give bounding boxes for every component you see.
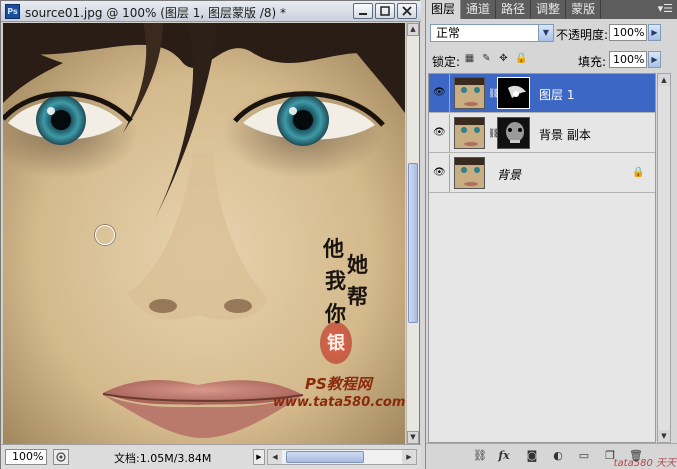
panel-menu-icon[interactable]: ▾☰ (658, 2, 673, 15)
portrait-thumbnail-icon (455, 118, 484, 148)
layers-panel: 图层 通道 路径 调整 蒙版 ▾☰ 正常 ▼ 不透明度: 100% ▶ 锁定: … (425, 0, 677, 469)
layer-name[interactable]: 背景 副本 (539, 126, 591, 143)
layers-list: 👁 ⛓ 图层 1 👁 ⛓ 背景 副本 👁 背景 🔒 (428, 73, 656, 443)
link-layers-icon[interactable]: ⛓ (472, 448, 488, 464)
fill-field[interactable]: 100% (609, 51, 647, 68)
window-controls (353, 3, 417, 19)
document-title: source01.jpg @ 100% (图层 1, 图层蒙版 /8) * (25, 6, 287, 20)
layer-row[interactable]: 👁 ⛓ 背景 副本 (429, 114, 655, 153)
zoom-level-field[interactable]: 100% (5, 449, 47, 465)
watermark-site-name: PS教程网 (305, 375, 372, 393)
lock-position-move-icon[interactable]: ✥ (498, 53, 509, 64)
tab-paths[interactable]: 路径 (496, 0, 532, 19)
mask-thumbnail-icon (498, 118, 529, 148)
scroll-left-arrow-icon[interactable]: ◀ (268, 450, 282, 464)
opacity-field[interactable]: 100% (609, 24, 647, 41)
layer-mask-thumbnail[interactable] (497, 77, 530, 109)
status-expand-arrow-icon[interactable]: ▶ (253, 449, 265, 465)
adjustment-layer-icon[interactable]: ◐ (550, 448, 566, 464)
layer-style-fx-icon[interactable]: fx (496, 448, 512, 464)
lock-transparent-icon[interactable]: ▦ (464, 53, 475, 64)
horizontal-scrollbar[interactable]: ◀ ▶ (267, 449, 417, 465)
tab-masks[interactable]: 蒙版 (566, 0, 602, 19)
layer-mask-thumbnail[interactable] (497, 117, 530, 149)
status-menu-button[interactable] (53, 449, 69, 465)
restore-button[interactable] (375, 3, 395, 19)
horizontal-scroll-thumb[interactable] (286, 451, 364, 463)
layer-row[interactable]: 👁 背景 🔒 (429, 154, 655, 193)
blend-mode-value: 正常 (436, 26, 461, 40)
portrait-thumbnail-icon (455, 158, 484, 188)
layer-row[interactable]: 👁 ⛓ 图层 1 (429, 74, 655, 113)
chevron-down-icon: ▼ (538, 25, 553, 41)
image-canvas[interactable]: 他 她 我 帮 你 银 PS教程网 www.tata580.com (3, 23, 405, 444)
lock-all-icon[interactable]: 🔒 (515, 53, 527, 64)
document-window: Ps source01.jpg @ 100% (图层 1, 图层蒙版 /8) * (0, 0, 421, 469)
fill-label: 填充: (578, 55, 607, 69)
vertical-scroll-thumb[interactable] (408, 163, 418, 323)
navigate-icon (56, 452, 66, 462)
scroll-down-arrow-icon[interactable]: ▼ (658, 430, 670, 442)
brush-cursor (95, 225, 115, 245)
mask-thumbnail-icon (498, 78, 529, 108)
layer-lock-icon: 🔒 (632, 167, 645, 178)
portrait-thumbnail-icon (455, 78, 484, 108)
calligraphy-char: 她 (347, 253, 368, 277)
layers-scrollbar[interactable]: ▲ ▼ (657, 73, 671, 443)
scroll-up-arrow-icon[interactable]: ▲ (658, 74, 670, 86)
divider (449, 154, 450, 193)
close-icon (402, 6, 412, 16)
document-size-info: 文档:1.05M/3.84M (114, 452, 212, 465)
photoshop-app-icon: Ps (5, 4, 20, 19)
new-group-folder-icon[interactable]: ▭ (576, 448, 592, 464)
layers-panel-footer: ⛓ fx ◙ ◐ ▭ ❐ 🗑 tata580 天天 (426, 443, 677, 469)
corner-watermark: tata580 天天 (613, 458, 676, 469)
tab-channels[interactable]: 通道 (461, 0, 497, 19)
tab-adjustments[interactable]: 调整 (531, 0, 567, 19)
add-mask-icon[interactable]: ◙ (524, 448, 540, 464)
layer-thumbnail[interactable] (454, 77, 485, 109)
visibility-eye-icon[interactable]: 👁 (433, 168, 446, 178)
tab-layers[interactable]: 图层 (426, 0, 462, 19)
minimize-button[interactable] (353, 3, 373, 19)
lock-image-brush-icon[interactable]: ✎ (481, 53, 492, 64)
lock-label: 锁定: (432, 55, 461, 69)
seal-char: 银 (327, 333, 345, 354)
opacity-label: 不透明度: (556, 28, 609, 42)
calligraphy-char: 我 (325, 269, 346, 293)
divider (449, 114, 450, 153)
layer-thumbnail[interactable] (454, 117, 485, 149)
divider (449, 74, 450, 113)
fill-arrow-icon[interactable]: ▶ (648, 51, 661, 68)
restore-icon (380, 6, 390, 16)
visibility-eye-icon[interactable]: 👁 (433, 88, 446, 98)
layer-name[interactable]: 图层 1 (539, 86, 574, 103)
opacity-arrow-icon[interactable]: ▶ (648, 24, 661, 41)
scroll-up-arrow-icon[interactable]: ▲ (407, 23, 419, 36)
calligraphy-char: 他 (323, 237, 344, 261)
panel-tab-bar: 图层 通道 路径 调整 蒙版 (426, 0, 677, 19)
minimize-icon (359, 13, 367, 15)
layer-name[interactable]: 背景 (497, 166, 521, 183)
lock-options: ▦ ✎ ✥ 🔒 (464, 53, 528, 64)
status-bar: 100% 文档:1.05M/3.84M ▶ ◀ ▶ (1, 444, 421, 469)
scroll-down-arrow-icon[interactable]: ▼ (407, 431, 419, 444)
calligraphy-char: 帮 (347, 285, 368, 309)
blend-mode-select[interactable]: 正常 ▼ (430, 24, 554, 42)
scroll-right-arrow-icon[interactable]: ▶ (402, 450, 416, 464)
document-title-bar[interactable]: Ps source01.jpg @ 100% (图层 1, 图层蒙版 /8) * (1, 1, 421, 22)
calligraphy-char: 你 (325, 302, 346, 326)
close-button[interactable] (397, 3, 417, 19)
visibility-eye-icon[interactable]: 👁 (433, 128, 446, 138)
watermark-site-url: www.tata580.com (273, 395, 405, 410)
layer-thumbnail[interactable] (454, 157, 485, 189)
vertical-scrollbar[interactable]: ▲ ▼ (406, 23, 419, 444)
